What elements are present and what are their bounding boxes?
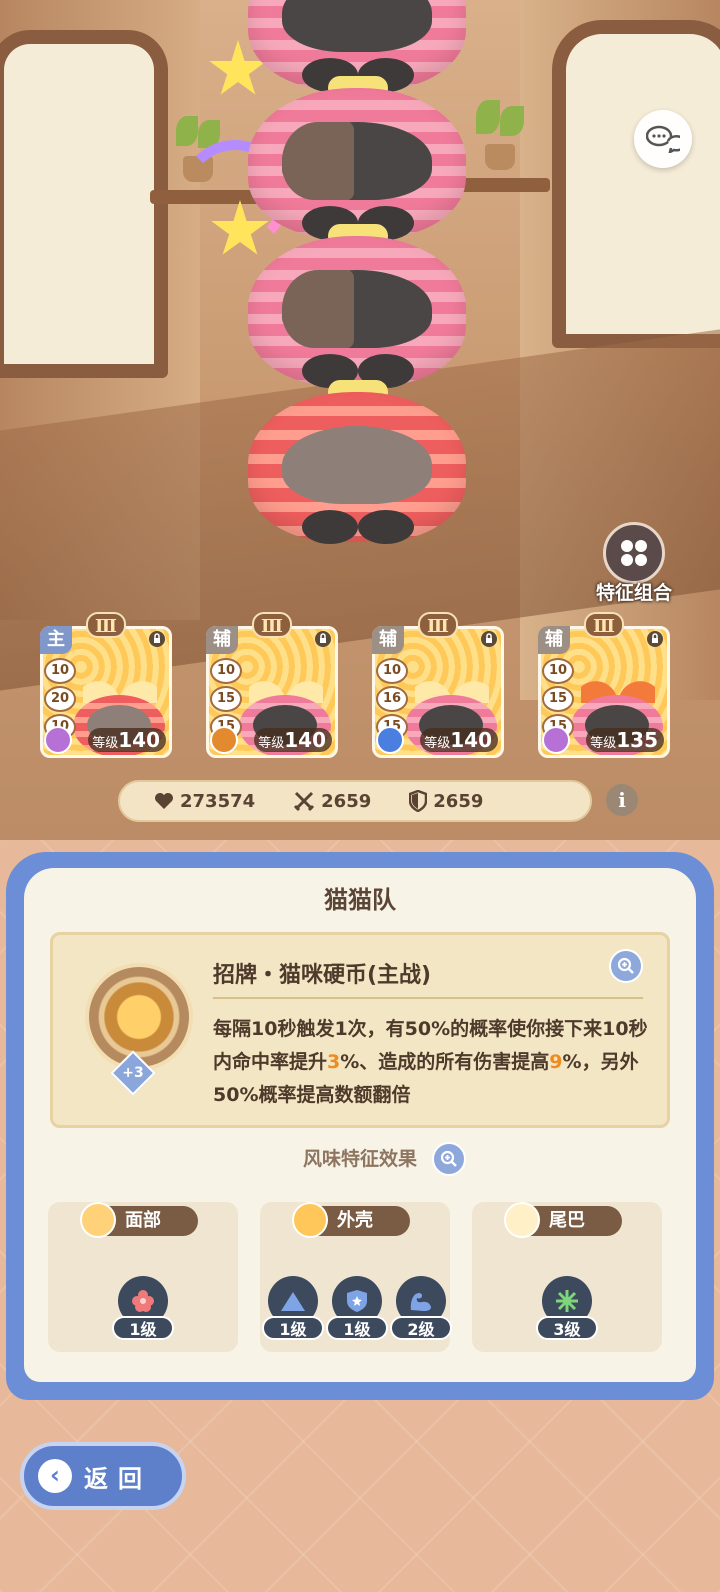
team-stats-bar: 273574 2659 2659 xyxy=(118,780,592,822)
cat-faces-icon xyxy=(603,522,665,584)
shelf xyxy=(460,178,550,192)
paw-icon xyxy=(44,726,72,754)
back-arrow-icon: ‹ xyxy=(38,1459,72,1493)
skill-name: 招牌・猫咪硬币(主战) xyxy=(213,963,432,988)
tier-badge: Ⅲ xyxy=(418,612,458,638)
trait-tail[interactable]: 尾巴 3级 xyxy=(472,1202,662,1352)
level-badge: 等级140 xyxy=(254,728,332,752)
chat-button[interactable] xyxy=(634,110,692,168)
shield-icon xyxy=(409,790,428,812)
paw-icon xyxy=(542,726,570,754)
level-value: 140 xyxy=(450,728,492,752)
cat-tower-cat[interactable] xyxy=(248,224,466,388)
stat-value: 10 xyxy=(44,658,76,684)
level-badge: 等级140 xyxy=(88,728,166,752)
skill-box: +3 招牌・猫咪硬币(主战) 每隔10秒触发1次，有50%的概率使你接下来10秒… xyxy=(50,932,670,1128)
level-value: 140 xyxy=(284,728,326,752)
lock-icon xyxy=(481,631,497,647)
stat-value: 10 xyxy=(376,658,408,684)
chat-bubbles-icon xyxy=(646,125,680,153)
trait-level: 1级 xyxy=(326,1316,388,1340)
lock-icon xyxy=(315,631,331,647)
magnifier-plus-icon xyxy=(617,957,634,974)
heart-icon xyxy=(155,793,173,809)
traits-zoom-button[interactable] xyxy=(432,1142,466,1176)
feature-combo-label: 特征组合 xyxy=(595,582,672,604)
role-badge: 辅 xyxy=(372,626,404,654)
level-value: 135 xyxy=(616,728,658,752)
paw-icon xyxy=(376,726,404,754)
skill-zoom-button[interactable] xyxy=(609,949,643,983)
cat-face-icon xyxy=(80,1202,116,1238)
crossed-swords-icon xyxy=(294,791,315,812)
hp-stat: 273574 xyxy=(154,791,255,812)
skill-description: 每隔10秒触发1次，有50%的概率使你接下来10秒内命中率提升3%、造成的所有伤… xyxy=(213,1018,648,1106)
level-label: 等级 xyxy=(424,736,451,751)
trait-header: 面部 xyxy=(80,1202,198,1238)
paw-icon xyxy=(210,726,238,754)
trait-level: 1级 xyxy=(112,1316,174,1340)
back-label: 返回 xyxy=(84,1464,152,1493)
level-badge: 等级140 xyxy=(420,728,498,752)
role-badge: 辅 xyxy=(538,626,570,654)
team-card-2[interactable]: Ⅲ 辅 10 15 15 等级140 xyxy=(206,612,338,758)
defense-value: 2659 xyxy=(433,790,484,812)
tier-badge: Ⅲ xyxy=(584,612,624,638)
stat-value: 16 xyxy=(376,686,408,712)
magnifier-plus-icon xyxy=(440,1150,457,1167)
stat-value: 10 xyxy=(210,658,242,684)
trait-face[interactable]: 面部 1级 xyxy=(48,1202,238,1352)
team-panel: 猫猫队 +3 招牌・猫咪硬币(主战) 每隔10秒触发1次，有50%的概率使你接下… xyxy=(6,852,714,1400)
tier-badge: Ⅲ xyxy=(86,612,126,638)
panel-title: 猫猫队 xyxy=(324,886,396,914)
trait-level: 2级 xyxy=(390,1316,452,1340)
level-label: 等级 xyxy=(590,736,617,751)
trait-header: 尾巴 xyxy=(504,1202,622,1238)
tail-icon xyxy=(504,1202,540,1238)
lock-icon xyxy=(149,631,165,647)
flavor-traits-title: 风味特征效果 xyxy=(302,1148,417,1170)
trait-item[interactable]: 1级 xyxy=(324,1276,390,1340)
defense-stat: 2659 xyxy=(409,790,483,812)
back-button[interactable]: ‹ 返回 xyxy=(20,1442,186,1510)
trait-item[interactable]: 1级 xyxy=(110,1276,176,1340)
cat-tower-cat[interactable] xyxy=(248,76,466,240)
trait-level: 1级 xyxy=(262,1316,324,1340)
trait-level: 3级 xyxy=(536,1316,598,1340)
trait-item[interactable]: 2级 xyxy=(388,1276,454,1340)
role-badge: 主 xyxy=(40,626,72,654)
left-window xyxy=(0,30,168,378)
info-icon: i xyxy=(618,788,626,812)
team-card-3[interactable]: Ⅲ 辅 10 16 15 等级140 xyxy=(372,612,504,758)
team-card-1[interactable]: Ⅲ 主 10 20 10 等级140 xyxy=(40,612,172,758)
level-label: 等级 xyxy=(92,736,119,751)
hp-value: 273574 xyxy=(180,790,256,812)
tier-badge: Ⅲ xyxy=(252,612,292,638)
trait-shell[interactable]: 外壳 1级 1级 2级 xyxy=(260,1202,452,1352)
level-label: 等级 xyxy=(258,736,285,751)
role-badge: 辅 xyxy=(206,626,238,654)
attack-stat: 2659 xyxy=(293,790,371,812)
divider xyxy=(213,997,643,999)
cat-tower-cat[interactable] xyxy=(248,380,466,544)
attack-value: 2659 xyxy=(321,790,372,812)
trait-item[interactable]: 1级 xyxy=(260,1276,326,1340)
stat-value: 20 xyxy=(44,686,76,712)
trait-item[interactable]: 3级 xyxy=(534,1276,600,1340)
team-card-4[interactable]: Ⅲ 辅 10 15 15 等级135 xyxy=(538,612,670,758)
stat-value: 15 xyxy=(210,686,242,712)
level-value: 140 xyxy=(118,728,160,752)
lock-icon xyxy=(647,631,663,647)
plant-right xyxy=(470,100,530,170)
level-badge: 等级135 xyxy=(586,728,664,752)
info-button[interactable]: i xyxy=(606,784,638,816)
shell-icon xyxy=(292,1202,328,1238)
feature-combo-button[interactable]: 特征组合 xyxy=(584,522,684,604)
cat-coin-skill-icon[interactable] xyxy=(85,963,193,1071)
stat-value: 15 xyxy=(542,686,574,712)
right-window xyxy=(552,20,720,348)
stat-value: 10 xyxy=(542,658,574,684)
trait-header: 外壳 xyxy=(292,1202,410,1238)
